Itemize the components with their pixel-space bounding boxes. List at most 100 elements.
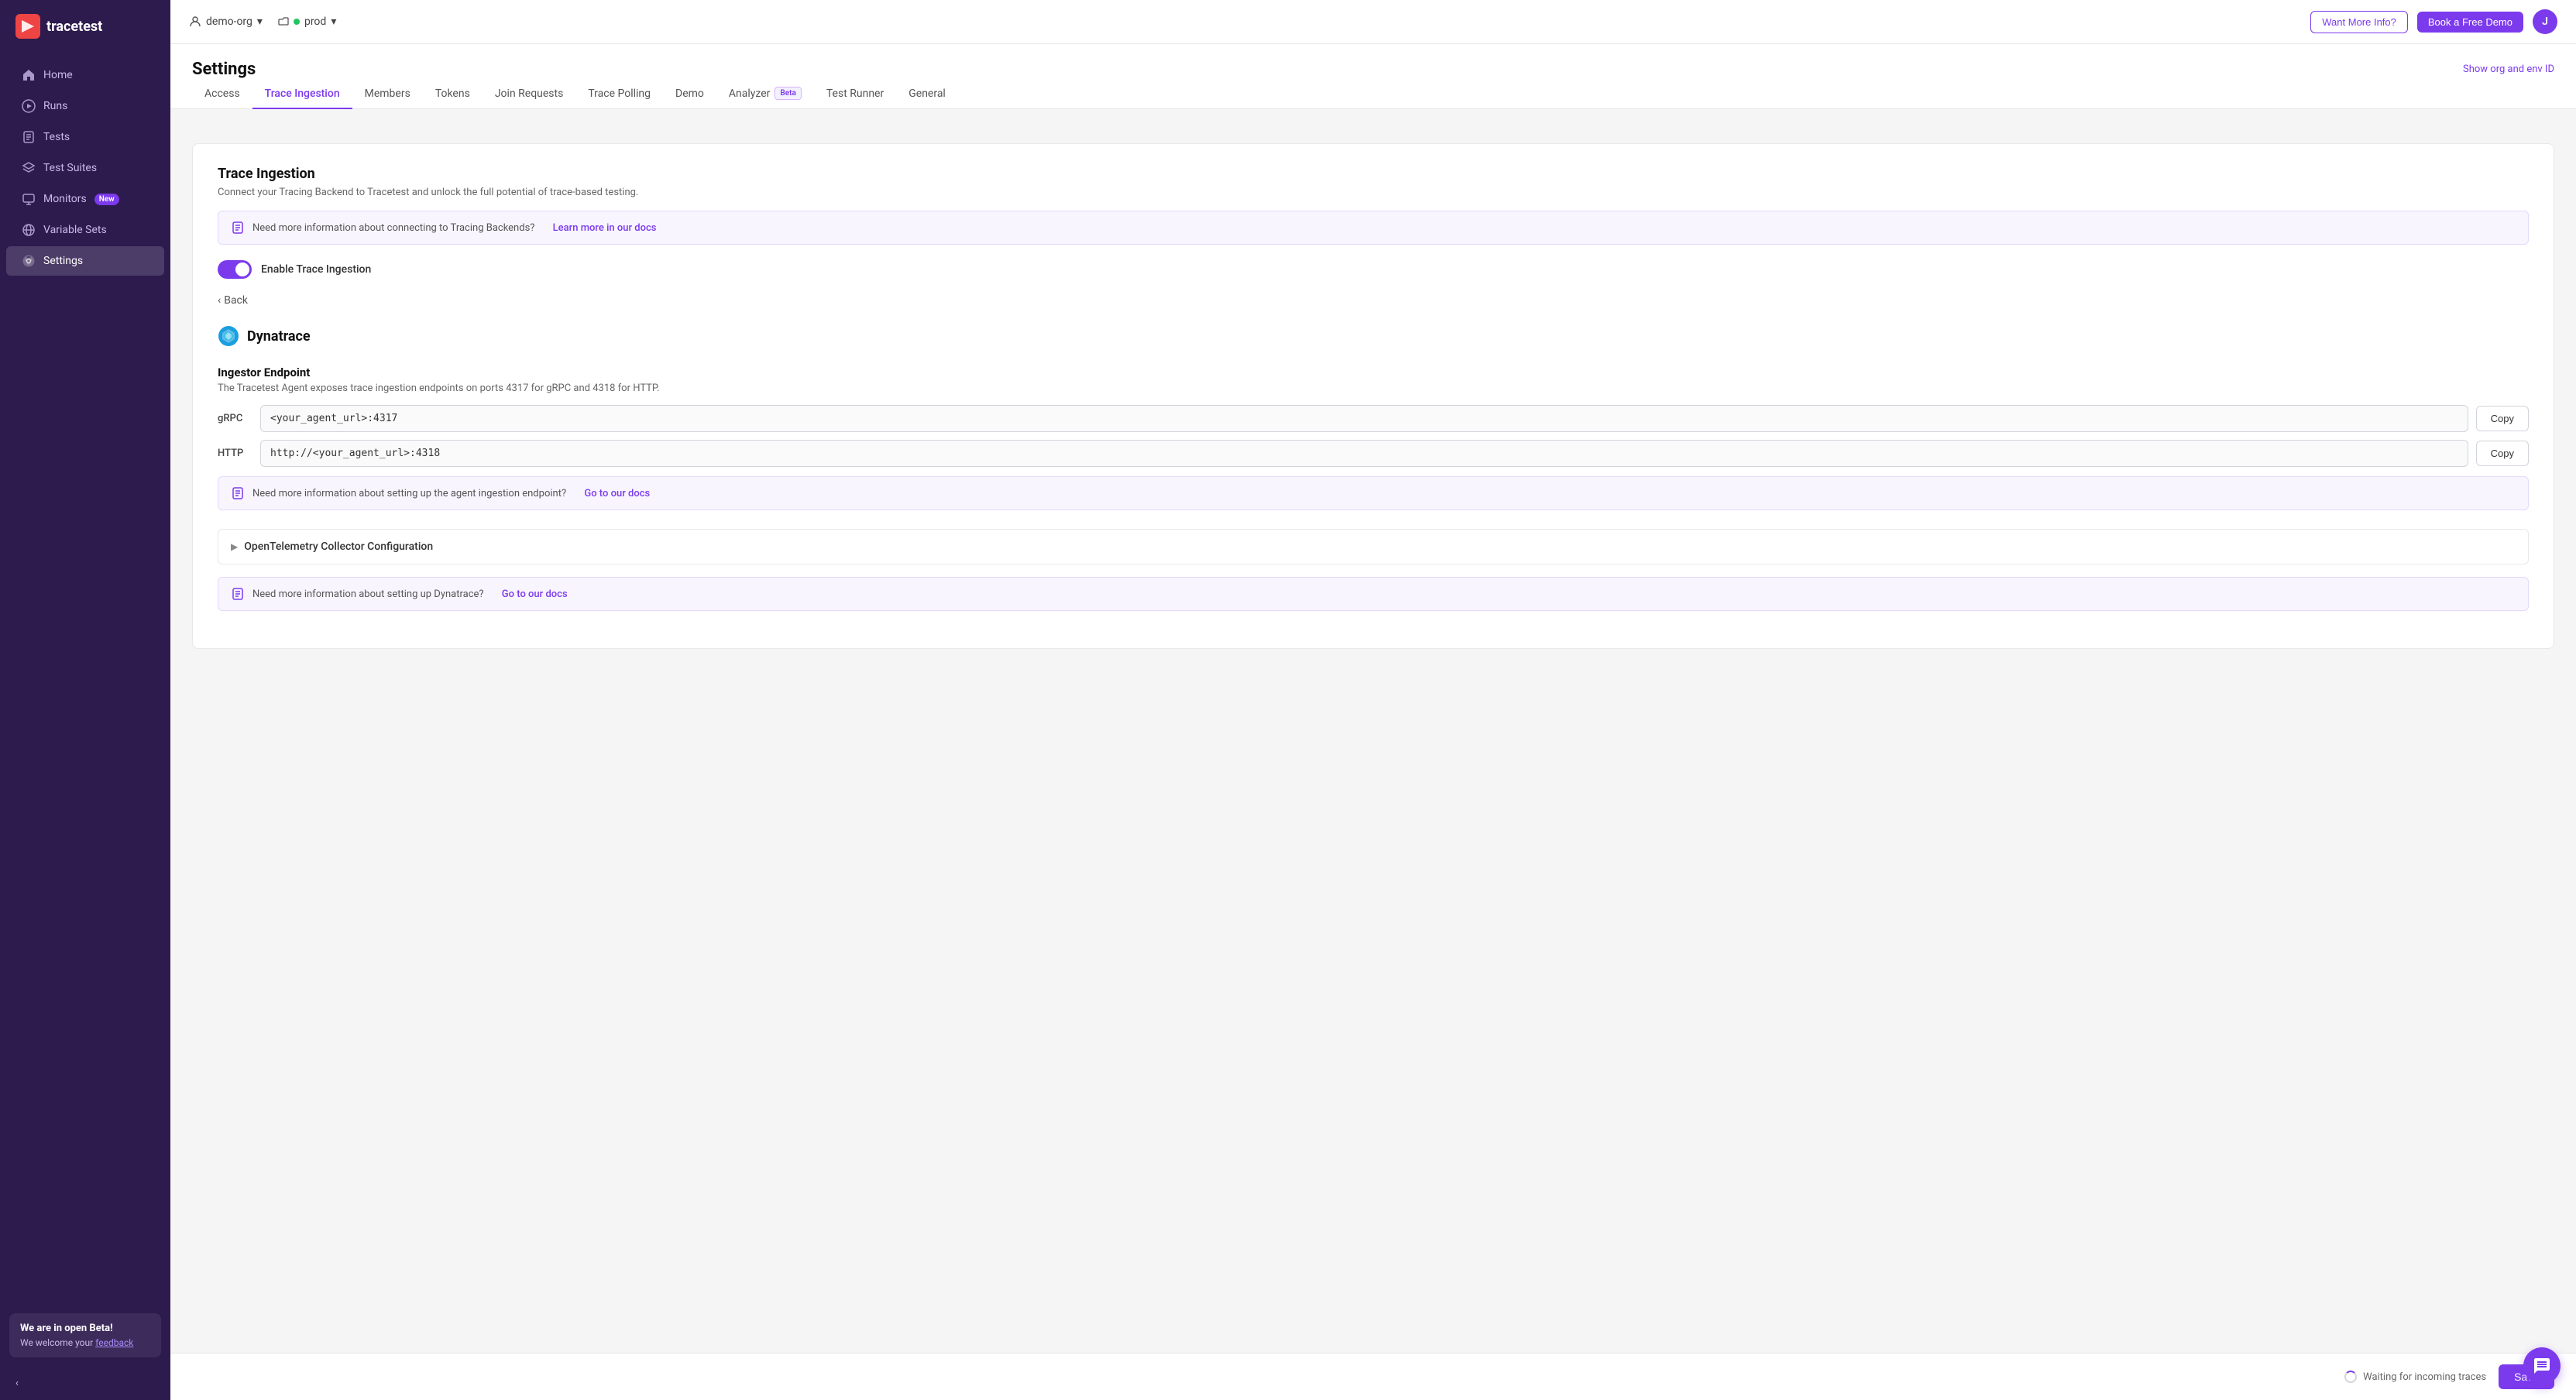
tab-trace-polling[interactable]: Trace Polling [575,79,663,109]
org-name: demo-org [206,15,252,28]
org-selector[interactable]: demo-org ▾ [189,15,263,28]
provider-header: Dynatrace [218,325,2529,347]
beta-title: We are in open Beta! [20,1323,150,1334]
endpoint-desc: The Tracetest Agent exposes trace ingest… [218,383,2529,394]
grpc-endpoint-row: gRPC Copy [218,405,2529,432]
sidebar-item-settings-label: Settings [43,255,83,267]
learn-more-link[interactable]: Learn more in our docs [553,222,657,234]
section-title: Trace Ingestion [218,166,2529,182]
sidebar-item-test-suites[interactable]: Test Suites [6,153,164,183]
chat-icon [2533,1357,2551,1375]
env-selector[interactable]: prod ▾ [278,15,336,28]
tab-general-label: General [908,88,946,100]
enable-trace-ingestion-toggle[interactable] [218,260,252,279]
sidebar-item-monitors[interactable]: Monitors New [6,184,164,214]
waiting-status: Waiting for incoming traces [2344,1371,2486,1383]
tracing-backends-info-box: Need more information about connecting t… [218,211,2529,245]
page-wrapper: demo-org ▾ prod ▾ Want More Info? Book a… [170,0,2576,1400]
org-icon [189,15,201,28]
toggle-label: Enable Trace Ingestion [261,263,371,276]
page-title: Settings [192,60,256,79]
user-avatar[interactable]: J [2533,9,2557,34]
tab-test-runner[interactable]: Test Runner [814,79,896,109]
grpc-label: gRPC [218,413,252,424]
info-book-icon-3 [231,587,245,601]
main-content: Trace Ingestion Connect your Tracing Bac… [170,109,2576,1353]
http-copy-button[interactable]: Copy [2476,441,2529,466]
grpc-copy-button[interactable]: Copy [2476,406,2529,431]
sidebar-item-settings[interactable]: Settings [6,246,164,276]
play-icon [22,99,36,113]
provider-name: Dynatrace [247,328,311,345]
dynatrace-docs-link[interactable]: Go to our docs [502,588,568,600]
back-chevron-icon: ‹ [218,294,221,307]
app-name: tracetest [46,19,102,35]
feedback-link[interactable]: feedback [95,1337,133,1348]
tab-demo[interactable]: Demo [663,79,716,109]
info-book-icon [231,221,245,235]
http-input[interactable] [260,440,2468,467]
layers-icon [22,161,36,175]
endpoint-info-text: Need more information about setting up t… [252,488,566,499]
collector-config-header[interactable]: ▶ OpenTelemetry Collector Configuration [218,530,2528,564]
collector-expand-icon: ▶ [231,541,238,552]
env-chevron-icon: ▾ [331,15,336,28]
dynatrace-logo-icon [218,325,239,347]
book-free-demo-button[interactable]: Book a Free Demo [2417,12,2523,33]
tab-trace-ingestion[interactable]: Trace Ingestion [252,79,352,109]
tab-trace-polling-label: Trace Polling [588,88,651,100]
http-label: HTTP [218,448,252,459]
sidebar-item-test-suites-label: Test Suites [43,162,97,174]
tab-analyzer-label: Analyzer [729,88,771,100]
settings-tabs: Access Trace Ingestion Members Tokens Jo… [170,79,2576,109]
sidebar-logo[interactable]: tracetest [0,0,170,53]
sidebar-item-runs[interactable]: Runs [6,91,164,121]
go-to-docs-link[interactable]: Go to our docs [584,488,650,499]
chat-bubble-button[interactable] [2523,1347,2561,1385]
tab-join-requests[interactable]: Join Requests [483,79,576,109]
info-book-icon-2 [231,486,245,500]
sidebar-item-tests-label: Tests [43,131,70,143]
sidebar-nav: Home Runs Tests Test Suites Monitors New… [0,53,170,1304]
tab-analyzer[interactable]: Analyzer Beta [716,79,814,109]
sidebar-item-home-label: Home [43,69,73,81]
sidebar-collapse-button[interactable]: ‹ [0,1367,170,1400]
dynatrace-info-text: Need more information about setting up D… [252,588,484,600]
grpc-input[interactable] [260,405,2468,432]
monitor-icon [22,192,36,206]
loading-spinner [2344,1371,2357,1383]
tab-tokens[interactable]: Tokens [423,79,483,109]
dynatrace-info-box: Need more information about setting up D… [218,577,2529,611]
tab-join-requests-label: Join Requests [495,88,564,100]
endpoint-title: Ingestor Endpoint [218,365,2529,379]
sidebar-item-runs-label: Runs [43,100,67,112]
monitors-badge: New [94,194,119,205]
globe-icon [22,223,36,237]
tab-access[interactable]: Access [192,79,252,109]
tab-trace-ingestion-label: Trace Ingestion [265,88,340,100]
tab-access-label: Access [204,88,240,100]
env-name: prod [304,15,326,28]
sidebar-item-tests[interactable]: Tests [6,122,164,152]
want-more-info-button[interactable]: Want More Info? [2310,11,2408,33]
env-status-dot [294,19,300,25]
gear-icon [22,254,36,268]
sidebar-item-variable-sets[interactable]: Variable Sets [6,215,164,245]
analyzer-beta-badge: Beta [775,87,801,100]
show-org-env-id-link[interactable]: Show org and env ID [2463,63,2554,75]
tab-general[interactable]: General [896,79,958,109]
beta-desc: We welcome your [20,1337,95,1348]
enable-toggle-row: Enable Trace Ingestion [218,260,2529,279]
trace-ingestion-card: Trace Ingestion Connect your Tracing Bac… [192,143,2554,649]
sidebar-item-home[interactable]: Home [6,60,164,90]
tab-test-runner-label: Test Runner [826,88,884,100]
info-box-text: Need more information about connecting t… [252,222,534,234]
beta-box: We are in open Beta! We welcome your fee… [9,1313,161,1357]
collector-title: OpenTelemetry Collector Configuration [244,540,433,553]
footer-bar: Waiting for incoming traces Save [170,1353,2576,1400]
collector-config-section: ▶ OpenTelemetry Collector Configuration [218,529,2529,564]
tab-members[interactable]: Members [352,79,423,109]
back-button[interactable]: ‹ Back [218,294,2529,307]
agent-ingestion-info-box: Need more information about setting up t… [218,476,2529,510]
sidebar-item-monitors-label: Monitors [43,193,87,205]
